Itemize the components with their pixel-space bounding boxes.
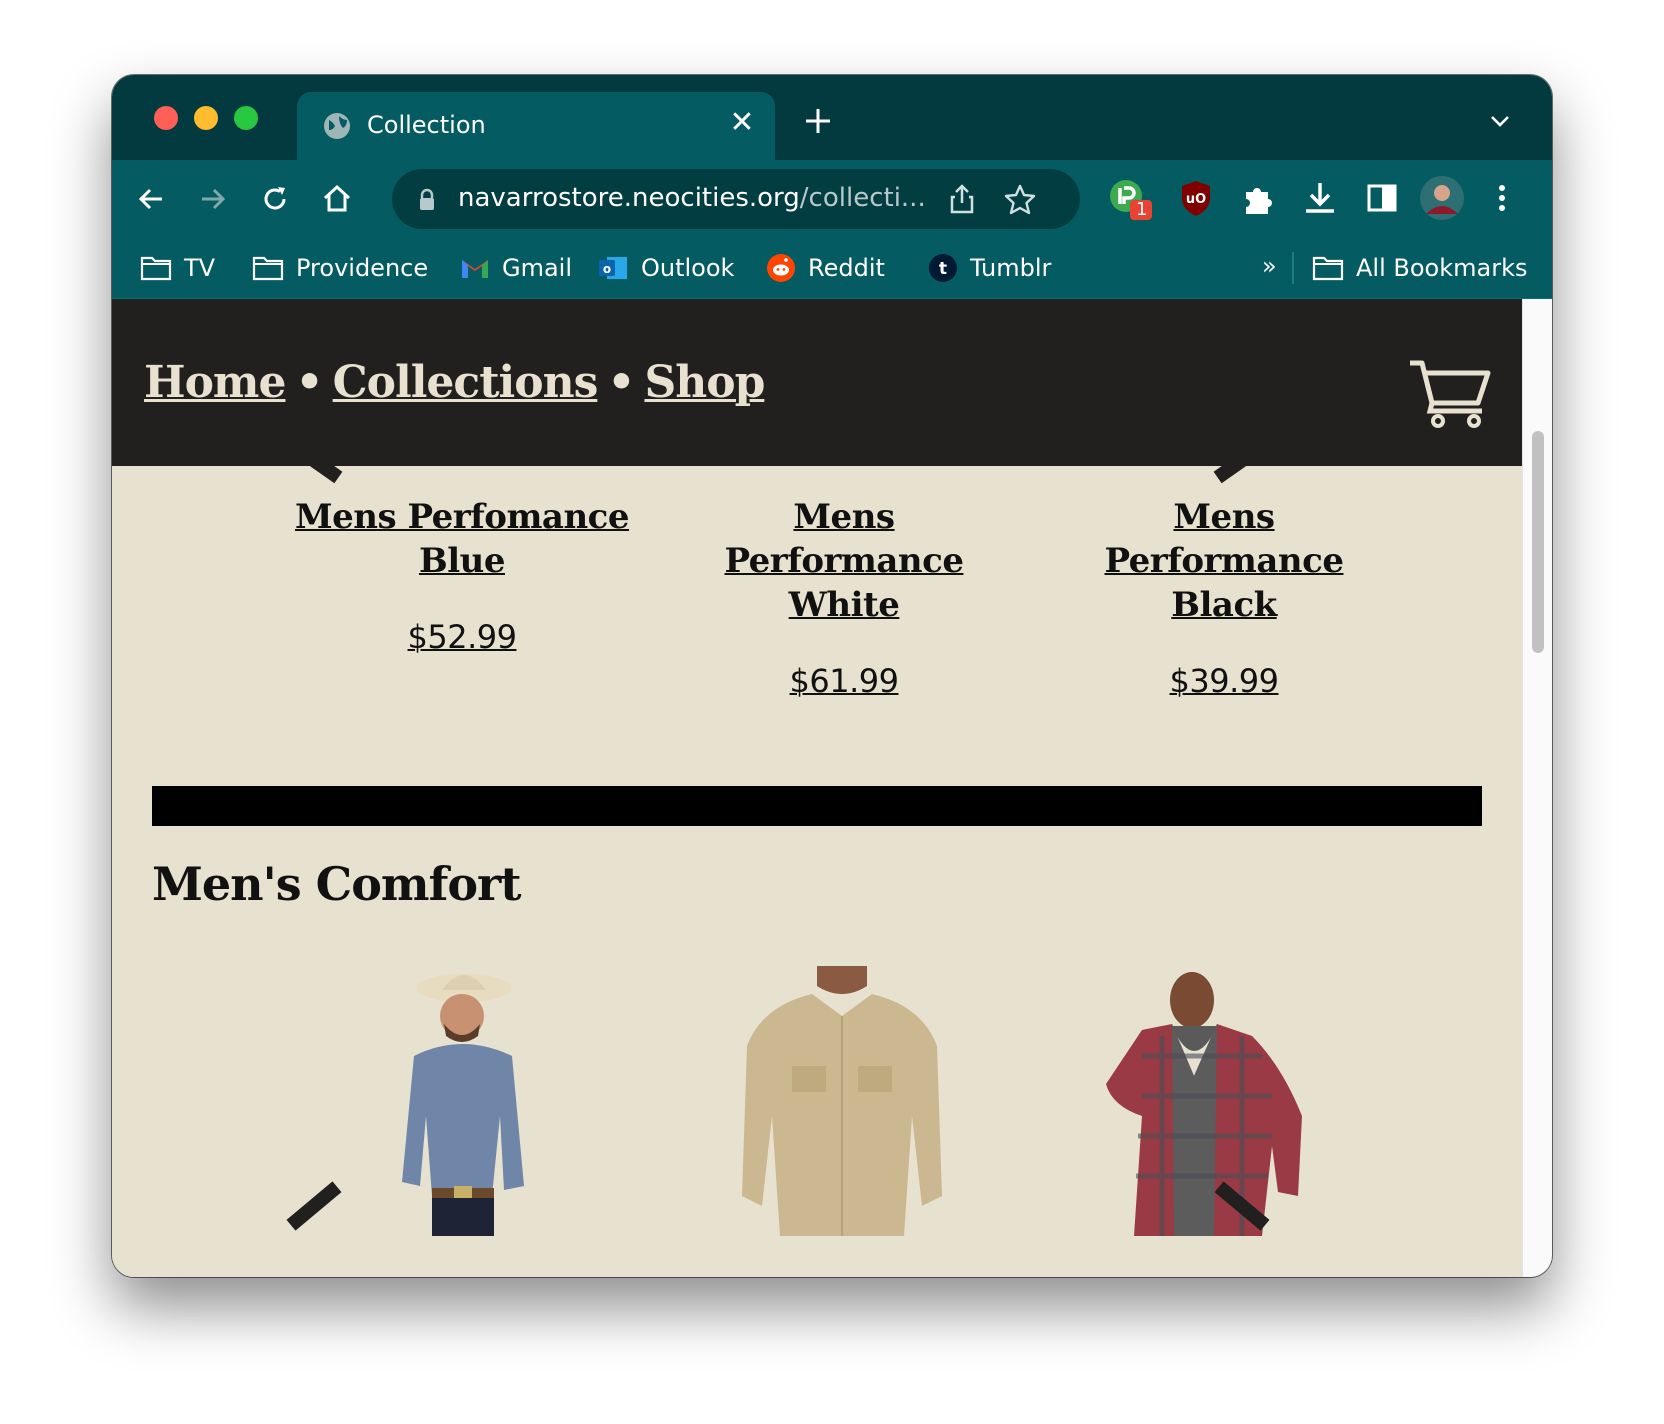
profile-avatar[interactable] [1418, 174, 1466, 222]
forward-arrow-icon[interactable] [196, 182, 230, 216]
download-icon[interactable] [1300, 178, 1340, 218]
bookmark-label: Outlook [641, 254, 735, 282]
nav-separator: • [607, 357, 635, 408]
section-divider [152, 786, 1482, 826]
lock-icon[interactable] [418, 188, 436, 212]
more-bookmarks-chevron[interactable]: » [1262, 252, 1277, 280]
url-path: /collecti... [799, 183, 926, 213]
decorative-corner [286, 1181, 342, 1231]
product-name-line[interactable]: Mens [1173, 497, 1275, 537]
section-title: Men's Comfort [152, 857, 522, 911]
bookmark-reddit[interactable]: Reddit [766, 252, 885, 284]
product-name-line[interactable]: Blue [419, 541, 506, 581]
product-price[interactable]: $52.99 [408, 618, 517, 656]
web-page: Home • Collections • Shop Mens Perfomance Bl… [112, 299, 1522, 1277]
more-menu-icon[interactable] [1482, 178, 1522, 218]
folder-icon [140, 256, 172, 281]
back-arrow-icon[interactable] [134, 182, 168, 216]
product-name-line[interactable]: Mens Perfomance [295, 497, 630, 537]
tab-strip: Collection ✕ [112, 75, 1552, 160]
folder-icon [1312, 256, 1344, 281]
svg-text:t: t [939, 259, 947, 279]
product-card: Mens Performance White $61.99 [644, 495, 1044, 703]
bookmarks-divider [1292, 252, 1294, 284]
home-icon[interactable] [320, 182, 354, 216]
nav-shop-link[interactable]: Shop [644, 357, 765, 408]
nav-collections-link[interactable]: Collections [333, 357, 599, 408]
maximize-window-button[interactable] [234, 106, 258, 130]
chevron-down-icon[interactable] [1488, 111, 1512, 131]
address-bar[interactable]: navarrostore.neocities.org/collecti... [392, 169, 1080, 229]
side-panel-icon[interactable] [1362, 178, 1402, 218]
url-text[interactable]: navarrostore.neocities.org/collecti... [458, 183, 926, 213]
product-image-denim-shirt[interactable] [374, 966, 554, 1236]
folder-icon [252, 256, 284, 281]
browser-toolbar: navarrostore.neocities.org/collecti... 1… [112, 160, 1552, 238]
ublock-origin-icon[interactable]: uO [1176, 178, 1216, 218]
bookmark-label: TV [184, 254, 216, 282]
product-name-line[interactable]: Black [1171, 585, 1277, 625]
product-image-khaki-shirt[interactable] [732, 966, 952, 1236]
site-header: Home • Collections • Shop [112, 299, 1522, 466]
bookmark-tumblr[interactable]: t Tumblr [928, 252, 1051, 284]
bookmark-outlook[interactable]: o Outlook [597, 252, 734, 284]
product-image-flannel-shirt[interactable] [1102, 966, 1332, 1236]
new-tab-icon[interactable] [802, 105, 834, 137]
extension-green-icon[interactable]: 1 [1110, 178, 1152, 220]
bookmark-label: Reddit [808, 254, 885, 282]
bookmark-tv[interactable]: TV [140, 252, 215, 284]
product-price[interactable]: $39.99 [1170, 662, 1279, 700]
bookmark-label: Tumblr [970, 254, 1052, 282]
svg-text:uO: uO [1186, 192, 1206, 207]
tab-title: Collection [367, 111, 486, 139]
product-name-line[interactable]: Mens [793, 497, 895, 537]
tumblr-icon: t [929, 254, 957, 282]
product-card: Mens Perfomance Blue $52.99 [262, 495, 662, 659]
nav-home-link[interactable]: Home [144, 357, 286, 408]
product-name-line[interactable]: Performance [725, 541, 964, 581]
extension-badge: 1 [1136, 199, 1148, 220]
browser-window: Collection ✕ navarrostore.neocities.org/… [112, 75, 1552, 1277]
bookmark-gmail[interactable]: Gmail [460, 252, 572, 284]
product-card: Mens Performance Black $39.99 [1024, 495, 1424, 703]
minimize-window-button[interactable] [194, 106, 218, 130]
globe-icon [324, 113, 350, 139]
share-icon[interactable] [947, 183, 977, 215]
page-scrollbar[interactable] [1522, 299, 1552, 1277]
product-name-line[interactable]: White [789, 585, 900, 625]
reload-icon[interactable] [258, 182, 292, 216]
tab-collection[interactable]: Collection ✕ [297, 92, 775, 160]
close-window-button[interactable] [154, 106, 178, 130]
svg-text:o: o [603, 262, 611, 276]
close-tab-icon[interactable]: ✕ [727, 108, 757, 138]
outlook-icon: o [599, 257, 627, 279]
reddit-icon [767, 254, 795, 282]
scrollbar-thumb[interactable] [1532, 431, 1544, 653]
product-name-line[interactable]: Performance [1105, 541, 1344, 581]
all-bookmarks-label: All Bookmarks [1356, 254, 1528, 282]
extensions-puzzle-icon[interactable] [1238, 180, 1278, 220]
site-nav: Home • Collections • Shop [144, 357, 765, 408]
bookmark-label: Providence [296, 254, 429, 282]
bookmarks-bar: TV Providence Gmail o Outlook Reddit t T… [112, 238, 1552, 299]
shopping-cart-icon[interactable] [1408, 359, 1492, 429]
gmail-icon [462, 260, 488, 278]
product-price[interactable]: $61.99 [790, 662, 899, 700]
url-host: navarrostore.neocities.org [458, 183, 800, 213]
all-bookmarks[interactable]: All Bookmarks [1312, 252, 1527, 284]
nav-separator: • [295, 357, 323, 408]
bookmark-star-icon[interactable] [1004, 183, 1036, 215]
bookmark-label: Gmail [502, 254, 573, 282]
bookmark-providence[interactable]: Providence [252, 252, 428, 284]
